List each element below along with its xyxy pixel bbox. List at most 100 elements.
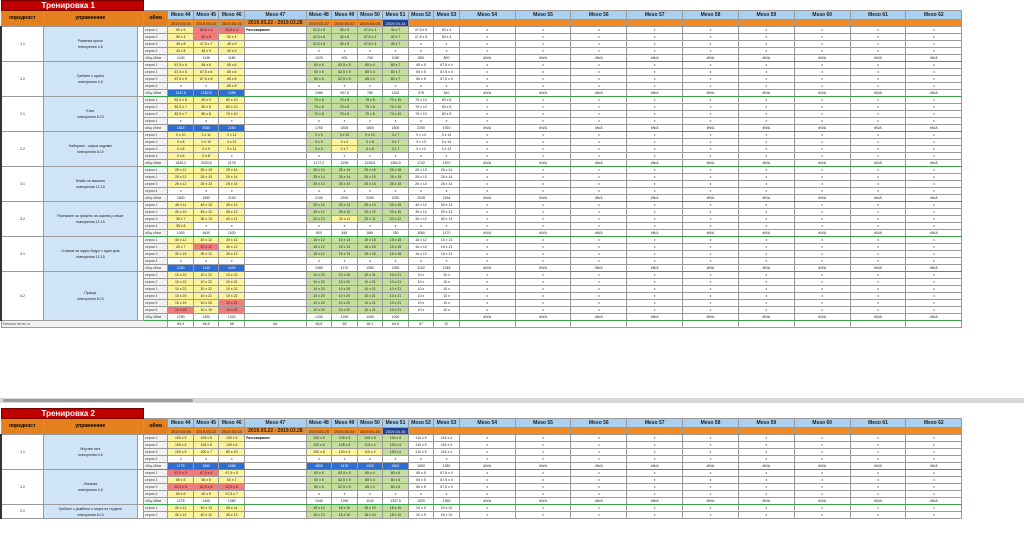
set-cell[interactable]: 100 x 5 xyxy=(218,434,245,442)
set-cell[interactable]: x xyxy=(905,166,963,174)
set-cell[interactable]: x xyxy=(737,173,795,181)
set-cell[interactable]: x xyxy=(356,152,384,160)
set-cell[interactable]: x xyxy=(682,68,739,76)
week-header[interactable]: Меso 56 xyxy=(570,418,628,428)
set-cell[interactable]: 60 x 7 xyxy=(218,476,245,484)
set-cell[interactable]: 67,5 x 4 xyxy=(433,75,460,83)
week-header[interactable]: Меso 52 xyxy=(407,418,435,428)
set-cell[interactable]: x xyxy=(905,299,963,307)
set-cell[interactable]: x xyxy=(458,434,516,442)
set-cell[interactable]: 67,5 x 4 xyxy=(433,483,460,491)
set-cell[interactable]: 67,5 x 6 xyxy=(192,75,220,83)
set-cell[interactable]: 20 x 12 xyxy=(382,215,409,223)
set-cell[interactable]: 100 x 4 xyxy=(331,448,358,456)
set-cell[interactable]: x xyxy=(514,236,572,244)
set-cell[interactable]: x xyxy=(682,257,739,265)
set-cell[interactable]: x xyxy=(458,138,516,146)
set-cell[interactable] xyxy=(244,145,307,153)
set-cell[interactable]: 105 x 6 xyxy=(192,434,220,442)
set-cell[interactable]: 10 x 21 xyxy=(382,278,409,286)
set-cell[interactable]: 20 x 10 xyxy=(433,511,460,519)
set-cell[interactable]: x xyxy=(793,96,851,104)
set-cell[interactable]: 18 x 10 xyxy=(356,504,384,512)
set-cell[interactable]: 67,5 x 6 xyxy=(167,68,194,76)
set-cell[interactable]: 25 x 12 xyxy=(167,166,194,174)
set-cell[interactable]: 10 x 20 xyxy=(305,292,333,300)
set-cell[interactable]: x xyxy=(737,215,795,223)
set-cell[interactable]: x xyxy=(167,187,194,195)
set-cell[interactable]: 80 x 8 xyxy=(433,103,460,111)
set-cell[interactable]: x xyxy=(514,434,572,442)
set-cell[interactable]: x xyxy=(905,96,963,104)
set-cell[interactable]: x xyxy=(356,82,384,90)
set-cell[interactable]: x xyxy=(458,215,516,223)
set-cell[interactable]: 100 x 6 xyxy=(382,434,409,442)
set-cell[interactable]: x xyxy=(331,257,358,265)
set-cell[interactable] xyxy=(244,292,307,300)
set-cell[interactable]: 62,5 x 5 xyxy=(331,483,358,491)
set-cell[interactable]: x xyxy=(570,110,628,118)
set-cell[interactable]: 45 x 12 xyxy=(192,208,220,216)
set-cell[interactable] xyxy=(244,208,307,216)
set-cell[interactable]: x xyxy=(407,117,435,125)
set-cell[interactable]: x xyxy=(849,299,907,307)
set-cell[interactable]: 0 x 9 xyxy=(305,138,333,146)
set-cell[interactable]: 15 x 12 xyxy=(305,236,333,244)
set-cell[interactable]: 40 x 12 xyxy=(192,243,220,251)
set-cell[interactable]: 70 x 8 xyxy=(305,110,333,118)
set-cell[interactable]: 10 x 20 xyxy=(305,278,333,286)
set-cell[interactable]: x xyxy=(849,434,907,442)
set-cell[interactable]: 65 x 5 xyxy=(407,68,435,76)
set-cell[interactable]: x xyxy=(626,40,684,48)
set-cell[interactable] xyxy=(244,68,307,76)
set-cell[interactable]: 16 x 13 xyxy=(433,250,460,258)
set-cell[interactable]: 15 x 13 xyxy=(331,236,358,244)
set-cell[interactable]: x xyxy=(905,476,963,484)
set-cell[interactable]: 10 x 21 xyxy=(382,299,409,307)
set-cell[interactable]: x xyxy=(793,299,851,307)
set-cell[interactable]: 40 x 7 xyxy=(382,40,409,48)
set-cell[interactable]: x xyxy=(514,26,572,34)
set-cell[interactable] xyxy=(244,201,307,209)
set-cell[interactable]: 0 x 8 xyxy=(167,145,194,153)
set-cell[interactable]: 25 x 12 xyxy=(356,208,384,216)
date-cell[interactable] xyxy=(433,19,460,27)
set-cell[interactable] xyxy=(244,82,307,90)
set-cell[interactable]: 15 x 15 xyxy=(382,236,409,244)
set-cell[interactable]: 40 x 12 xyxy=(218,243,245,251)
set-cell[interactable]: 80 x 8 xyxy=(433,110,460,118)
set-cell[interactable]: x xyxy=(514,448,572,456)
set-cell[interactable]: 18 x 10 xyxy=(331,504,358,512)
set-cell[interactable]: x xyxy=(514,103,572,111)
set-cell[interactable]: x xyxy=(905,215,963,223)
set-cell[interactable]: x xyxy=(737,208,795,216)
set-cell[interactable]: x xyxy=(570,490,628,498)
set-cell[interactable]: 0 x 14 xyxy=(433,138,460,146)
set-cell[interactable]: 25 x 13 xyxy=(192,180,220,188)
set-cell[interactable]: x xyxy=(514,40,572,48)
set-cell[interactable]: x xyxy=(570,306,628,314)
date-cell[interactable] xyxy=(793,427,851,435)
set-cell[interactable]: x xyxy=(570,271,628,279)
bodyweight-cell[interactable]: 64,5 xyxy=(382,320,409,328)
set-cell[interactable]: x xyxy=(737,68,795,76)
set-cell[interactable]: x xyxy=(793,26,851,34)
set-cell[interactable]: 10 x 22 xyxy=(218,271,245,279)
set-cell[interactable]: 80 x 10 xyxy=(218,448,245,456)
set-cell[interactable]: 40 x 13 xyxy=(192,504,220,512)
week-header[interactable]: Меso 50 xyxy=(356,418,384,428)
set-cell[interactable]: x xyxy=(737,285,795,293)
set-cell[interactable]: 0 x 11 xyxy=(192,131,220,139)
set-cell[interactable]: x xyxy=(570,180,628,188)
set-cell[interactable]: x xyxy=(626,306,684,314)
set-cell[interactable]: 0 x 13 xyxy=(407,131,435,139)
set-cell[interactable]: x xyxy=(570,285,628,293)
set-cell[interactable]: x xyxy=(626,292,684,300)
set-cell[interactable]: x xyxy=(793,68,851,76)
set-cell[interactable]: 65 x 5 xyxy=(407,476,435,484)
set-cell[interactable] xyxy=(244,96,307,104)
set-cell[interactable]: x xyxy=(382,257,409,265)
set-cell[interactable]: x xyxy=(682,490,739,498)
set-cell[interactable]: 65 x 6 xyxy=(192,61,220,69)
set-cell[interactable]: 45 x 13 xyxy=(218,201,245,209)
